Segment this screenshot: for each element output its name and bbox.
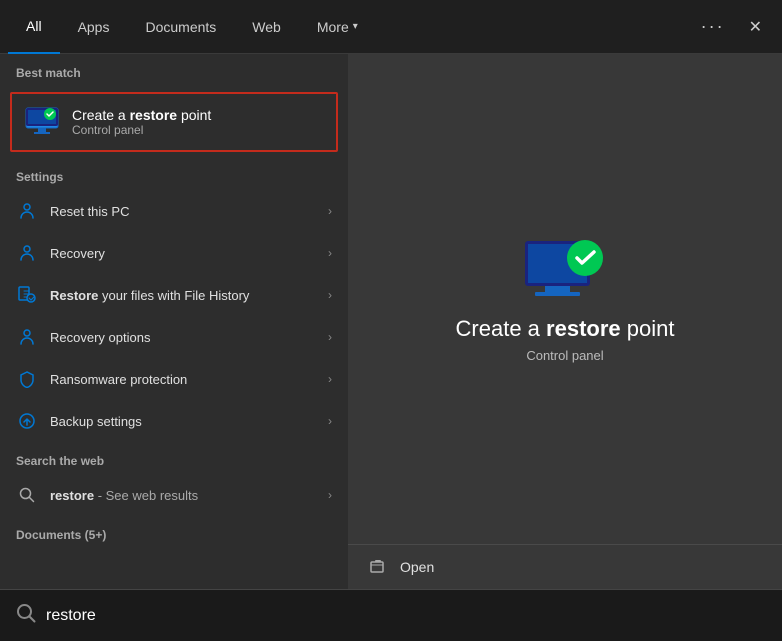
- right-detail-subtitle: Control panel: [526, 348, 603, 363]
- main-content: Best match Create a restore point: [0, 54, 782, 589]
- best-match-section-label: Best match: [0, 54, 348, 86]
- tab-documents[interactable]: Documents: [127, 0, 234, 54]
- chevron-right-icon: ›: [328, 330, 332, 344]
- file-history-icon: [16, 284, 38, 306]
- chevron-right-icon: ›: [328, 372, 332, 386]
- tab-apps[interactable]: Apps: [60, 0, 128, 54]
- settings-item-backup[interactable]: Backup settings ›: [0, 400, 348, 442]
- settings-item-recovery-options-label: Recovery options: [50, 330, 328, 345]
- right-detail-title: Create a restore point: [456, 316, 675, 342]
- open-icon: [368, 557, 388, 577]
- right-detail-area: Create a restore point Control panel: [348, 54, 782, 544]
- open-action-item[interactable]: Open: [348, 545, 782, 589]
- recovery-options-icon: [16, 326, 38, 348]
- settings-item-recovery[interactable]: Recovery ›: [0, 232, 348, 274]
- person-icon: [16, 200, 38, 222]
- tab-all-label: All: [26, 18, 42, 34]
- settings-item-recovery-options[interactable]: Recovery options ›: [0, 316, 348, 358]
- chevron-right-icon: ›: [328, 288, 332, 302]
- tab-apps-label: Apps: [78, 19, 110, 35]
- settings-section-label: Settings: [0, 158, 348, 190]
- settings-item-restore-files-label: Restore your files with File History: [50, 288, 328, 303]
- chevron-right-icon: ›: [328, 488, 332, 502]
- backup-icon: [16, 410, 38, 432]
- web-search-item[interactable]: restore - See web results ›: [0, 474, 348, 516]
- settings-item-reset-label: Reset this PC: [50, 204, 328, 219]
- documents-section-label: Documents (5+): [0, 516, 348, 548]
- chevron-right-icon: ›: [328, 414, 332, 428]
- right-actions: Open: [348, 545, 782, 589]
- settings-item-ransomware-label: Ransomware protection: [50, 372, 328, 387]
- best-match-text: Create a restore point Control panel: [72, 107, 211, 137]
- app-icon-large: [520, 236, 610, 316]
- left-panel: Best match Create a restore point: [0, 54, 348, 589]
- tab-all[interactable]: All: [8, 0, 60, 54]
- settings-item-ransomware[interactable]: Ransomware protection ›: [0, 358, 348, 400]
- best-match-title: Create a restore point: [72, 107, 211, 123]
- best-match-item[interactable]: Create a restore point Control panel: [10, 92, 338, 152]
- web-section-label: Search the web: [0, 442, 348, 474]
- web-search-label: restore - See web results: [50, 488, 328, 503]
- settings-item-restore-files[interactable]: Restore your files with File History ›: [0, 274, 348, 316]
- search-bar: [0, 589, 782, 641]
- settings-item-recovery-label: Recovery: [50, 246, 328, 261]
- tab-web-label: Web: [252, 19, 281, 35]
- top-nav: All Apps Documents Web More ▾ ··· ✕: [0, 0, 782, 54]
- settings-item-backup-label: Backup settings: [50, 414, 328, 429]
- close-button[interactable]: ✕: [737, 0, 774, 54]
- chevron-down-icon: ▾: [353, 21, 358, 32]
- chevron-right-icon: ›: [328, 204, 332, 218]
- search-input[interactable]: [46, 607, 766, 625]
- more-options-button[interactable]: ···: [689, 0, 737, 54]
- tab-web[interactable]: Web: [234, 0, 299, 54]
- restore-point-icon: [24, 104, 60, 140]
- chevron-right-icon: ›: [328, 246, 332, 260]
- search-bar-icon: [16, 603, 36, 628]
- search-icon: [16, 484, 38, 506]
- tab-more[interactable]: More ▾: [299, 0, 376, 54]
- shield-icon: [16, 368, 38, 390]
- settings-item-reset[interactable]: Reset this PC ›: [0, 190, 348, 232]
- right-panel: Create a restore point Control panel Ope…: [348, 54, 782, 589]
- open-action-label: Open: [400, 559, 434, 575]
- tab-documents-label: Documents: [145, 19, 216, 35]
- tab-more-label: More: [317, 19, 349, 35]
- recovery-icon: [16, 242, 38, 264]
- best-match-subtitle: Control panel: [72, 123, 211, 137]
